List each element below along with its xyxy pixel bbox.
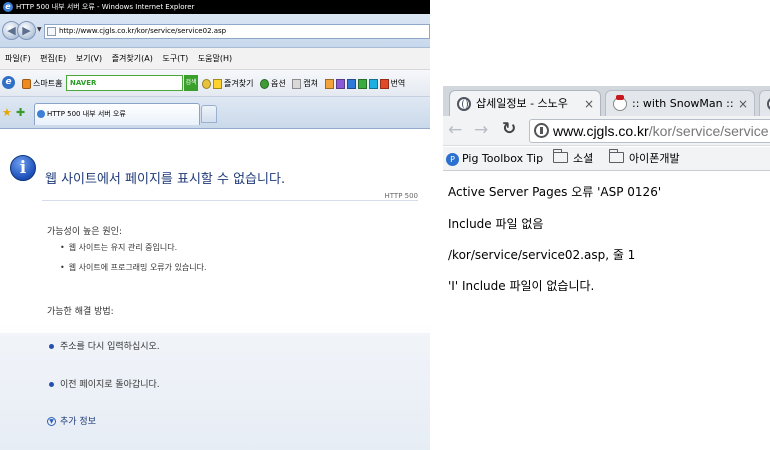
solutions-label: 가능한 해결 방법: bbox=[47, 307, 114, 317]
menu-help[interactable]: 도움말(H) bbox=[198, 54, 232, 63]
key-icon[interactable] bbox=[202, 78, 211, 89]
chevron-down-icon: ▼ bbox=[47, 417, 56, 426]
ie-tab-active[interactable]: HTTP 500 내부 서버 오류 bbox=[34, 103, 200, 125]
ie-address-text: http://www.cjgls.co.kr/kor/service/servi… bbox=[59, 27, 227, 35]
chrome-tab-title: 샵세일정보 - 스노우 bbox=[476, 97, 568, 110]
capture-icon[interactable] bbox=[292, 78, 302, 89]
chrome-address-bar[interactable]: www.cjgls.co.kr/kor/service/service bbox=[529, 119, 770, 143]
bullet-icon bbox=[49, 344, 54, 349]
bookmark-folder-iphone-dev[interactable]: 아이폰개발 bbox=[609, 148, 680, 170]
ie-address-row: ◀ ▶ ▼ http://www.cjgls.co.kr/kor/service… bbox=[0, 14, 430, 48]
bookmark-pig-toolbox-tip[interactable]: P Pig Toolbox Tip bbox=[446, 148, 543, 170]
ie-toolbar-logo-icon[interactable]: e bbox=[2, 76, 15, 89]
ie-history-dropdown-icon[interactable]: ▼ bbox=[37, 26, 42, 33]
menu-tools[interactable]: 도구(T) bbox=[162, 54, 188, 63]
menu-edit[interactable]: 편집(E) bbox=[40, 54, 66, 63]
bookmark-folder-social[interactable]: 소셜 bbox=[553, 148, 593, 170]
asp-error-message: Include 파일 없음 bbox=[448, 217, 544, 231]
solution-item-go-back[interactable]: 이전 페이지로 돌아갑니다. bbox=[49, 377, 160, 390]
ie-tab-row: ★ ✚ HTTP 500 내부 서버 오류 bbox=[0, 97, 430, 129]
reload-icon[interactable]: ↻ bbox=[502, 119, 516, 139]
addon-icon[interactable] bbox=[357, 78, 367, 89]
close-icon[interactable]: × bbox=[584, 91, 594, 116]
ie-error-page: i 웹 사이트에서 페이지를 표시할 수 없습니다. HTTP 500 가능성이… bbox=[0, 130, 430, 450]
smart-home-label: 스마트홈 bbox=[33, 79, 63, 88]
chrome-bookmarks-bar: P Pig Toolbox Tip 소셜 아이폰개발 bbox=[443, 147, 770, 171]
chrome-toolbar: ← → ↻ www.cjgls.co.kr/kor/service/servic… bbox=[443, 116, 770, 146]
url-host: www.cjgls.co.kr bbox=[553, 123, 649, 139]
translate-icon[interactable] bbox=[379, 78, 389, 89]
ie-tab-icon bbox=[37, 110, 45, 118]
bullet-icon bbox=[49, 382, 54, 387]
asp-error-title: Active Server Pages 오류 'ASP 0126' bbox=[448, 185, 662, 199]
addon-icon[interactable] bbox=[368, 78, 378, 89]
cause-item: 웹 사이트는 유지 관리 중입니다. bbox=[60, 242, 177, 253]
ie-tab-title: HTTP 500 내부 서버 오류 bbox=[47, 110, 126, 118]
bookmark-label: 아이폰개발 bbox=[629, 152, 680, 165]
options-label[interactable]: 옵션 bbox=[271, 79, 286, 88]
ie-new-tab-button[interactable] bbox=[201, 105, 217, 123]
capture-label[interactable]: 캡쳐 bbox=[303, 79, 318, 88]
chrome-window: 샵세일정보 - 스노우 × :: with SnowMan :: × ← → ↻… bbox=[443, 86, 770, 450]
add-favorite-icon[interactable]: ✚ bbox=[16, 106, 25, 119]
home-icon bbox=[22, 78, 31, 89]
addon-icon[interactable] bbox=[346, 78, 356, 89]
ie-window: e HTTP 500 내부 서버 오류 - Windows Internet E… bbox=[0, 0, 430, 450]
toolbar-tools: 즐겨찾기 옵션 캡쳐 번역 bbox=[202, 77, 405, 91]
folder-icon bbox=[609, 149, 624, 163]
arrow-left-icon[interactable]: ← bbox=[448, 120, 462, 140]
addon-icon[interactable] bbox=[324, 78, 334, 89]
solution-item-retype-address: 주소를 다시 입력하십시오. bbox=[49, 339, 160, 352]
page-icon bbox=[47, 27, 56, 36]
folder-icon bbox=[553, 149, 568, 163]
solution-text[interactable]: 이전 페이지로 돌아갑니다. bbox=[60, 380, 160, 390]
more-info-toggle[interactable]: ▼ 추가 정보 bbox=[47, 414, 96, 427]
ie-window-title: HTTP 500 내부 서버 오류 - Windows Internet Exp… bbox=[16, 3, 195, 11]
bookmark-label: 소셜 bbox=[573, 152, 594, 165]
naver-search-button[interactable]: 검색 bbox=[184, 75, 198, 91]
smart-home-button[interactable]: 스마트홈 bbox=[22, 77, 62, 91]
chrome-page-content: Active Server Pages 오류 'ASP 0126' Includ… bbox=[443, 172, 770, 450]
more-info-label: 추가 정보 bbox=[60, 417, 96, 427]
chrome-tab-active[interactable]: 샵세일정보 - 스노우 × bbox=[449, 90, 601, 116]
star-icon[interactable] bbox=[213, 78, 222, 89]
ie-toolbar: e 스마트홈 NAVER 검색 즐겨찾기 옵션 캡쳐 번역 bbox=[0, 70, 430, 97]
ie-address-bar[interactable]: http://www.cjgls.co.kr/kor/service/servi… bbox=[44, 24, 430, 39]
naver-search-input[interactable]: NAVER bbox=[66, 75, 183, 91]
info-icon: i bbox=[10, 155, 36, 181]
favorites-label[interactable]: 즐겨찾기 bbox=[224, 79, 253, 88]
menu-view[interactable]: 보기(V) bbox=[76, 54, 102, 63]
chrome-tab-title: :: with SnowMan :: bbox=[632, 97, 734, 110]
chrome-tab-snowman[interactable]: :: with SnowMan :: × bbox=[605, 90, 755, 116]
divider bbox=[42, 200, 418, 201]
menu-favorites[interactable]: 즐겨찾기(A) bbox=[112, 54, 153, 63]
asp-error-detail: 'I' Include 파일이 없습니다. bbox=[448, 279, 595, 293]
translate-label[interactable]: 번역 bbox=[391, 79, 406, 88]
error-heading: 웹 사이트에서 페이지를 표시할 수 없습니다. bbox=[45, 172, 286, 187]
bookmark-label: Pig Toolbox Tip bbox=[462, 152, 544, 165]
ie-title-bar: e HTTP 500 내부 서버 오류 - Windows Internet E… bbox=[0, 0, 430, 14]
info-icon[interactable] bbox=[534, 123, 549, 138]
arrow-right-icon[interactable]: → bbox=[474, 120, 488, 140]
url-path: /kor/service/service bbox=[648, 123, 769, 139]
ie-forward-button[interactable]: ▶ bbox=[17, 21, 36, 40]
http-status-code: HTTP 500 bbox=[384, 192, 419, 200]
ie-menu-bar: 파일(F) 편집(E) 보기(V) 즐겨찾기(A) 도구(T) 도움말(H) bbox=[0, 48, 430, 70]
ie-logo-icon: e bbox=[3, 2, 13, 12]
globe-icon bbox=[457, 97, 471, 111]
pig-toolbox-icon: P bbox=[446, 153, 459, 166]
asp-error-location: /kor/service/service02.asp, 줄 1 bbox=[448, 248, 636, 262]
snowman-icon bbox=[613, 95, 627, 111]
menu-file[interactable]: 파일(F) bbox=[5, 54, 31, 63]
favorites-star-icon[interactable]: ★ bbox=[2, 106, 12, 119]
close-icon[interactable]: × bbox=[738, 91, 748, 116]
causes-label: 가능성이 높은 원인: bbox=[47, 227, 122, 237]
addon-icon[interactable] bbox=[335, 78, 345, 89]
chrome-tab-partial[interactable] bbox=[759, 90, 770, 116]
solution-text: 주소를 다시 입력하십시오. bbox=[60, 342, 160, 352]
naver-logo: NAVER bbox=[70, 79, 97, 87]
options-icon[interactable] bbox=[260, 78, 269, 89]
cause-item: 웹 사이트에 프로그래밍 오류가 있습니다. bbox=[60, 262, 207, 273]
chrome-tab-strip: 샵세일정보 - 스노우 × :: with SnowMan :: × bbox=[443, 86, 770, 116]
